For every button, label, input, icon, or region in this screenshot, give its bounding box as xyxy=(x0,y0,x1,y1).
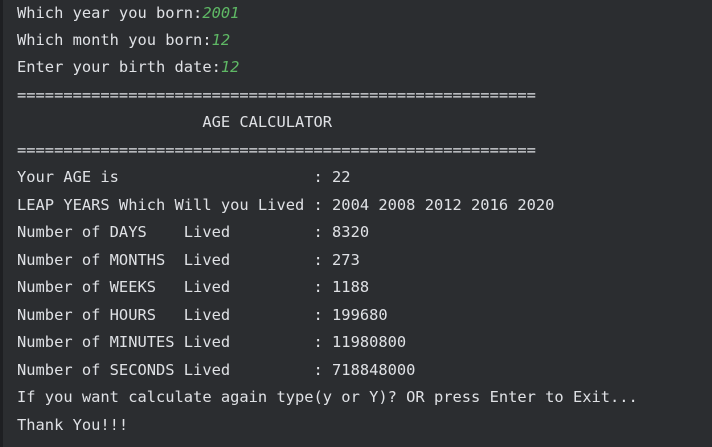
console-left-gutter xyxy=(0,0,3,447)
year-prompt-label: Which year you born: xyxy=(17,4,203,22)
date-prompt-label: Enter your birth date: xyxy=(17,58,221,76)
result-minutes: Number of MINUTES Lived : 11980800 xyxy=(17,333,407,351)
result-months: Number of MONTHS Lived : 273 xyxy=(17,251,360,269)
result-leap-years: LEAP YEARS Which Will you Lived : 2004 2… xyxy=(17,196,555,214)
year-input-value: 2001 xyxy=(202,4,240,22)
result-age: Your AGE is : 22 xyxy=(17,168,351,186)
date-prompt-line: Enter your birth date:12 xyxy=(17,54,239,81)
month-input-value: 12 xyxy=(211,31,231,49)
date-input-value: 12 xyxy=(220,58,240,76)
result-days: Number of DAYS Lived : 8320 xyxy=(17,223,370,241)
retry-prompt: If you want calculate again type(y or Y)… xyxy=(17,388,638,406)
result-hours: Number of HOURS Lived : 199680 xyxy=(17,306,388,324)
month-prompt-line: Which month you born:12 xyxy=(17,27,230,54)
separator-bottom: ========================================… xyxy=(17,141,536,159)
year-prompt-line: Which year you born:2001 xyxy=(17,0,239,27)
month-prompt-label: Which month you born: xyxy=(17,31,212,49)
separator-top: ========================================… xyxy=(17,86,536,104)
run-console-output[interactable]: Which year you born:2001 Which month you… xyxy=(0,0,712,447)
result-weeks: Number of WEEKS Lived : 1188 xyxy=(17,278,370,296)
result-seconds: Number of SECONDS Lived : 718848000 xyxy=(17,361,416,379)
farewell-message: Thank You!!! xyxy=(17,416,129,434)
calculator-title: AGE CALCULATOR xyxy=(17,113,333,131)
